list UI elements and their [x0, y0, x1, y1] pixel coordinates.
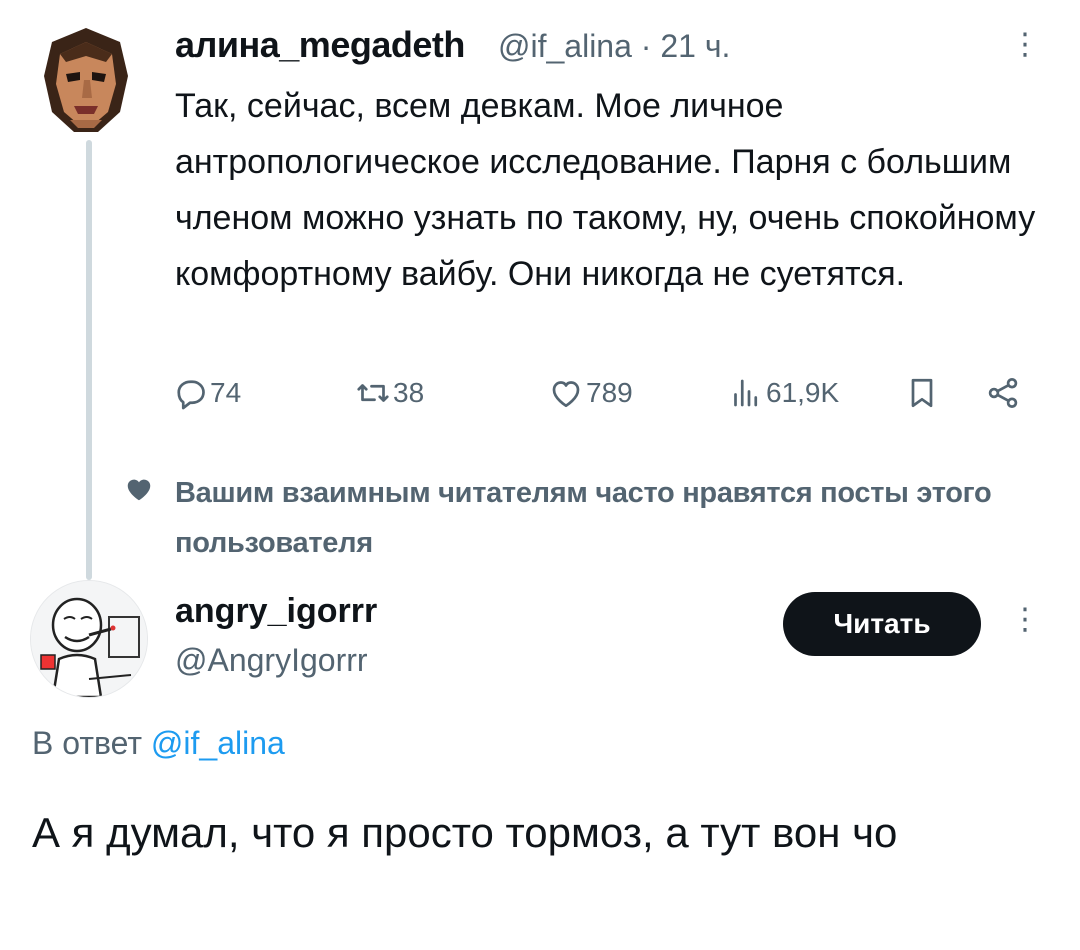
thread-connector-line: [86, 140, 92, 580]
reply-button[interactable]: 74: [172, 373, 241, 413]
views-icon: [734, 379, 758, 407]
like-count: 789: [586, 377, 633, 408]
reply-author-name[interactable]: angry_igorrr: [175, 592, 377, 631]
bookmark-button[interactable]: [904, 373, 942, 413]
bookmark-icon: [911, 378, 933, 408]
reply-count: 74: [210, 377, 242, 408]
follow-button[interactable]: Читать: [783, 592, 981, 656]
author-handle-and-time[interactable]: @if_alina · 21 ч.: [498, 28, 730, 65]
heart-icon: [127, 479, 151, 501]
views-button[interactable]: 61,9K: [728, 373, 839, 413]
social-context-text: Вашим взаимным читателям часто нравятся …: [175, 477, 992, 559]
reply-prefix: В ответ: [32, 725, 143, 761]
heart-icon: [552, 381, 580, 408]
author-avatar[interactable]: [40, 28, 132, 132]
avatar-image: [44, 28, 128, 132]
author-handle[interactable]: @if_alina: [498, 28, 632, 64]
repost-icon: [357, 384, 389, 402]
author-name[interactable]: алина_megadeth: [175, 24, 465, 66]
more-options-icon[interactable]: ⋮: [1010, 605, 1040, 635]
repost-count: 38: [393, 377, 425, 408]
reply-icon: [177, 380, 205, 410]
views-count: 61,9K: [766, 377, 840, 408]
reply-context: В ответ @if_alina: [32, 725, 285, 762]
reply-author-avatar[interactable]: [30, 580, 148, 698]
reply-text: А я думал, что я просто тормоз, а тут во…: [32, 809, 898, 856]
tweet-text: Так, сейчас, всем девкам. Мое личное ант…: [175, 87, 1036, 293]
tweet-time[interactable]: · 21 ч.: [641, 28, 731, 64]
reply-author-handle[interactable]: @AngryIgorrr: [175, 642, 368, 679]
reply-mention-link[interactable]: @if_alina: [151, 725, 285, 761]
more-options-icon[interactable]: ⋮: [1010, 30, 1040, 60]
repost-button[interactable]: 38: [355, 373, 424, 413]
share-icon: [988, 378, 1018, 408]
share-button[interactable]: [985, 373, 1023, 413]
like-button[interactable]: 789: [548, 373, 633, 413]
avatar-image: [31, 581, 147, 697]
